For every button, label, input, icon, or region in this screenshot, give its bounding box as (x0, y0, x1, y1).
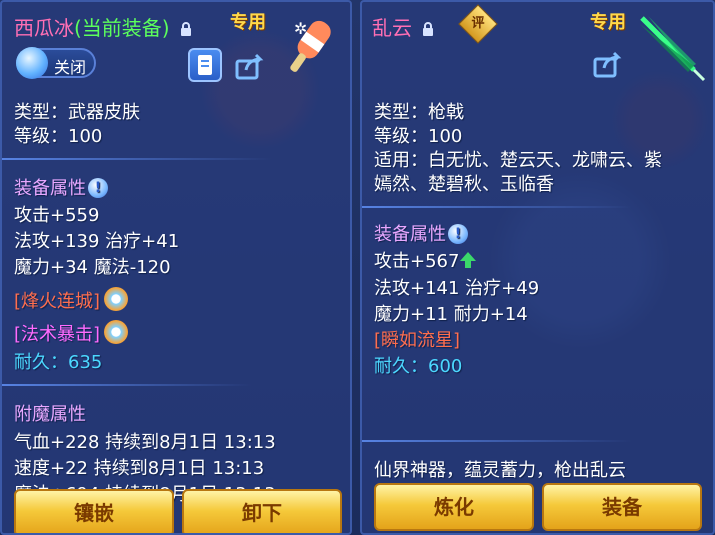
info-card-button[interactable] (188, 48, 222, 82)
arrow-up-icon (460, 252, 477, 268)
item-title: 西瓜冰(当前装备) (14, 12, 192, 41)
divider (362, 206, 632, 208)
svg-text:✲: ✲ (294, 19, 307, 38)
unequip-button[interactable]: 卸下 (182, 489, 342, 533)
item-name: 西瓜冰 (14, 16, 74, 40)
rating-label: 评 (471, 16, 485, 31)
spear-weapon-icon (640, 16, 706, 82)
item-type: 类型：武器皮肤 (14, 102, 140, 123)
suitable-roles: 嫣然、楚碧秋、玉临香 (374, 174, 554, 195)
durability: 耐久：600 (374, 356, 463, 377)
equipped-status: (当前装备) (74, 16, 170, 40)
attr-line: 法攻+141 治疗+49 (374, 278, 540, 299)
swirl-icon[interactable] (104, 287, 129, 311)
toggle-label: 关闭 (54, 58, 87, 77)
item-level: 等级：100 (374, 126, 463, 147)
attr-line: 攻击+567 (374, 247, 477, 273)
skill-fenghuo: [烽火连城] (14, 287, 129, 313)
skill-fashu: [法术暴击] (14, 320, 129, 346)
info-icon[interactable]: ! (88, 178, 108, 198)
attr-header: 装备属性! (14, 174, 108, 200)
item-type: 类型：枪戟 (374, 102, 464, 123)
attr-line: 魔力+11 耐力+14 (374, 304, 528, 325)
enchant-header: 附魔属性 (14, 404, 86, 425)
exclusive-tag: 专用 (230, 12, 266, 33)
lock-icon (180, 22, 191, 36)
item-title: 乱云 (372, 12, 434, 41)
lock-icon (423, 22, 434, 36)
divider (2, 158, 272, 160)
attr-line: 魔力+34 魔法-120 (14, 257, 171, 278)
equip-button[interactable]: 装备 (542, 483, 702, 531)
swirl-icon[interactable] (104, 320, 129, 344)
attr-line: 法攻+139 治疗+41 (14, 231, 180, 252)
refine-button[interactable]: 炼化 (374, 483, 534, 531)
item-level: 等级：100 (14, 126, 103, 147)
popsicle-weapon-icon: ✲ (290, 19, 331, 72)
attr-line: 攻击+559 (14, 205, 100, 226)
share-button[interactable] (592, 48, 624, 80)
toggle-knob[interactable] (16, 47, 48, 79)
card-icon (198, 55, 212, 75)
share-icon (593, 51, 622, 78)
share-button[interactable] (234, 50, 266, 82)
skin-toggle[interactable]: 关闭 (16, 47, 96, 79)
inlay-button[interactable]: 镶嵌 (14, 489, 174, 533)
enchant-line: 速度+22 持续到8月1日 13:13 (14, 458, 265, 479)
equipped-item-panel: 西瓜冰(当前装备) 专用 ✲ 关闭 类型：武器皮肤 等级：100 装备属性! 攻… (0, 0, 352, 535)
attr-header: 装备属性! (374, 220, 468, 246)
skill-shunru: [瞬如流星] (374, 330, 461, 351)
item-name: 乱云 (372, 16, 412, 40)
divider (2, 384, 252, 386)
item-description: 仙界神器，蕴灵蓄力，枪出乱云 (374, 460, 626, 481)
share-icon (235, 53, 264, 80)
enchant-line: 气血+228 持续到8月1日 13:13 (14, 432, 276, 453)
info-icon[interactable]: ! (448, 224, 468, 244)
suitable-roles: 适用：白无忧、楚云天、龙啸云、紫 (374, 150, 662, 171)
exclusive-tag: 专用 (590, 12, 626, 33)
compare-item-panel: 乱云 专用 类型：枪戟 等级：100 适用：白无忧、楚云天、龙啸云、紫 嫣然、楚… (360, 0, 715, 535)
divider (362, 440, 632, 442)
durability: 耐久：635 (14, 352, 103, 373)
